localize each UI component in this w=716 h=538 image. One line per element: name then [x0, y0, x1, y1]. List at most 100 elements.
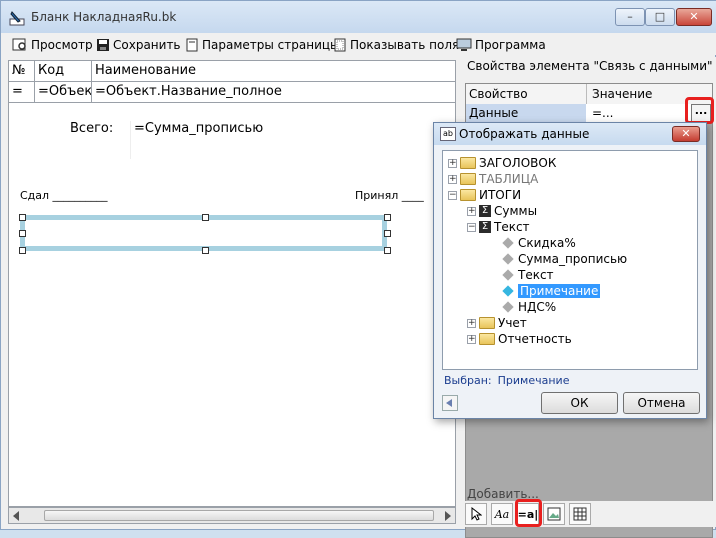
tree-label: Текст	[518, 268, 554, 282]
image-tool[interactable]	[543, 503, 565, 525]
tree-label: Суммы	[494, 204, 538, 218]
total-amount-field[interactable]: =Сумма_прописью	[130, 121, 455, 159]
ok-button[interactable]: ОК	[541, 392, 618, 414]
title-bar[interactable]: Бланк НакладнаяRu.bk – □ ✕	[1, 1, 716, 33]
selection-status: Выбран: Примечание	[444, 374, 575, 387]
expand-icon[interactable]: +	[448, 174, 457, 184]
font-tool[interactable]: Aa	[491, 503, 513, 525]
program-button[interactable]: Программа	[456, 36, 546, 54]
tree-leaf-discount[interactable]: Скидка%	[501, 235, 576, 251]
tree-leaf-text[interactable]: Текст	[501, 267, 554, 283]
page-setup-label: Параметры страницы	[202, 38, 340, 52]
highlight-ellipsis	[685, 97, 714, 124]
resize-handle[interactable]	[384, 247, 391, 254]
expand-icon[interactable]: +	[467, 334, 476, 344]
total-label[interactable]: Всего:	[70, 121, 128, 139]
cursor-icon	[471, 507, 482, 521]
cell-code[interactable]: =Объек	[35, 82, 92, 103]
program-label: Программа	[475, 38, 546, 52]
tree-label: Скидка%	[518, 236, 576, 250]
property-name: Данные	[469, 106, 519, 120]
handed-over-label[interactable]: Сдал __________	[20, 189, 135, 205]
highlight-data-link-tool	[515, 499, 542, 527]
form-design-area[interactable]: № Код Наименование = =Объек =Объект.Назв…	[8, 60, 456, 507]
tree-label: ТАБЛИЦА	[479, 172, 539, 186]
dialog-close-button[interactable]: ✕	[672, 126, 700, 142]
resize-handle[interactable]	[19, 214, 26, 221]
tree-leaf-vat[interactable]: НДС%	[501, 299, 556, 315]
tree-node-accounting[interactable]: + Учет	[467, 315, 527, 331]
field-icon	[502, 301, 514, 313]
sigma-icon: Σ	[479, 205, 491, 217]
tree-label: Текст	[494, 220, 530, 234]
table-icon	[573, 507, 587, 521]
save-button[interactable]: Сохранить	[96, 36, 181, 54]
cancel-button[interactable]: Отмена	[623, 392, 700, 414]
tree-label: ИТОГИ	[479, 188, 522, 202]
tree-node-reporting[interactable]: + Отчетность	[467, 331, 572, 347]
tree-node-header[interactable]: + ЗАГОЛОВОК	[448, 155, 556, 171]
dialog-title-bar[interactable]: ab Отображать данные ✕	[434, 123, 706, 145]
field-icon	[502, 269, 514, 281]
show-fields-icon	[334, 38, 346, 52]
preview-icon	[12, 38, 26, 51]
show-fields-button[interactable]: Показывать поля	[333, 36, 459, 54]
selected-label: Выбран:	[444, 374, 492, 387]
picture-icon	[547, 507, 561, 521]
collapse-icon[interactable]: −	[467, 222, 476, 232]
tree-label: Отчетность	[498, 332, 572, 346]
scroll-thumb[interactable]	[44, 510, 434, 521]
dialog-text-icon: ab	[440, 127, 456, 141]
scroll-right-icon[interactable]	[445, 511, 451, 521]
header-name[interactable]: Наименование	[92, 61, 455, 82]
tree-label: ЗАГОЛОВОК	[479, 156, 557, 170]
folder-icon	[479, 317, 495, 329]
tree-node-table[interactable]: + ТАБЛИЦА	[448, 171, 538, 187]
pointer-tool[interactable]	[465, 503, 487, 525]
minimize-icon: –	[627, 10, 633, 23]
maximize-button[interactable]: □	[645, 8, 675, 26]
save-icon	[97, 39, 109, 51]
monitor-icon	[456, 38, 472, 51]
sigma-icon: Σ	[479, 221, 491, 233]
resize-handle[interactable]	[202, 214, 209, 221]
back-button[interactable]	[442, 395, 458, 411]
collapse-icon[interactable]: −	[448, 190, 457, 200]
resize-handle[interactable]	[19, 247, 26, 254]
expand-icon[interactable]: +	[467, 318, 476, 328]
expand-icon[interactable]: +	[448, 158, 457, 168]
cell-name[interactable]: =Объект.Название_полное	[92, 82, 455, 103]
property-value[interactable]: =...	[592, 106, 614, 120]
header-number[interactable]: №	[9, 61, 35, 82]
header-code[interactable]: Код	[35, 61, 92, 82]
resize-handle[interactable]	[384, 230, 391, 237]
column-property: Свойство	[469, 87, 528, 101]
table-tool[interactable]	[569, 503, 591, 525]
horizontal-scrollbar[interactable]	[8, 507, 456, 524]
field-icon	[502, 237, 514, 249]
property-row-data[interactable]: Данные =... ...	[466, 104, 712, 122]
column-divider	[586, 84, 587, 104]
tree-node-text-group[interactable]: − Σ Текст	[467, 219, 530, 235]
tree-leaf-sum-in-words[interactable]: Сумма_прописью	[501, 251, 627, 267]
data-tree[interactable]: + ЗАГОЛОВОК + ТАБЛИЦА − ИТОГИ + Σ Суммы − Σ Тек…	[442, 150, 698, 370]
minimize-button[interactable]: –	[615, 8, 645, 26]
dialog-title: Отображать данные	[459, 127, 590, 141]
resize-handle[interactable]	[384, 214, 391, 221]
resize-handle[interactable]	[202, 247, 209, 254]
tree-leaf-note[interactable]: Примечание	[501, 283, 601, 299]
preview-button[interactable]: Просмотр	[12, 36, 93, 54]
resize-handle[interactable]	[19, 230, 26, 237]
open-folder-icon	[460, 189, 476, 201]
close-button[interactable]: ✕	[676, 8, 712, 26]
tree-node-sums[interactable]: + Σ Суммы	[467, 203, 537, 219]
page-setup-button[interactable]: Параметры страницы	[185, 36, 340, 54]
field-icon	[502, 285, 514, 297]
tree-node-totals[interactable]: − ИТОГИ	[448, 187, 521, 203]
display-data-dialog: ab Отображать данные ✕ + ЗАГОЛОВОК + ТАБЛИ…	[433, 122, 707, 419]
page-setup-icon	[186, 38, 198, 52]
cell-number[interactable]: =	[9, 82, 35, 103]
folder-icon	[460, 157, 476, 169]
expand-icon[interactable]: +	[467, 206, 476, 216]
scroll-left-icon[interactable]	[13, 511, 19, 521]
